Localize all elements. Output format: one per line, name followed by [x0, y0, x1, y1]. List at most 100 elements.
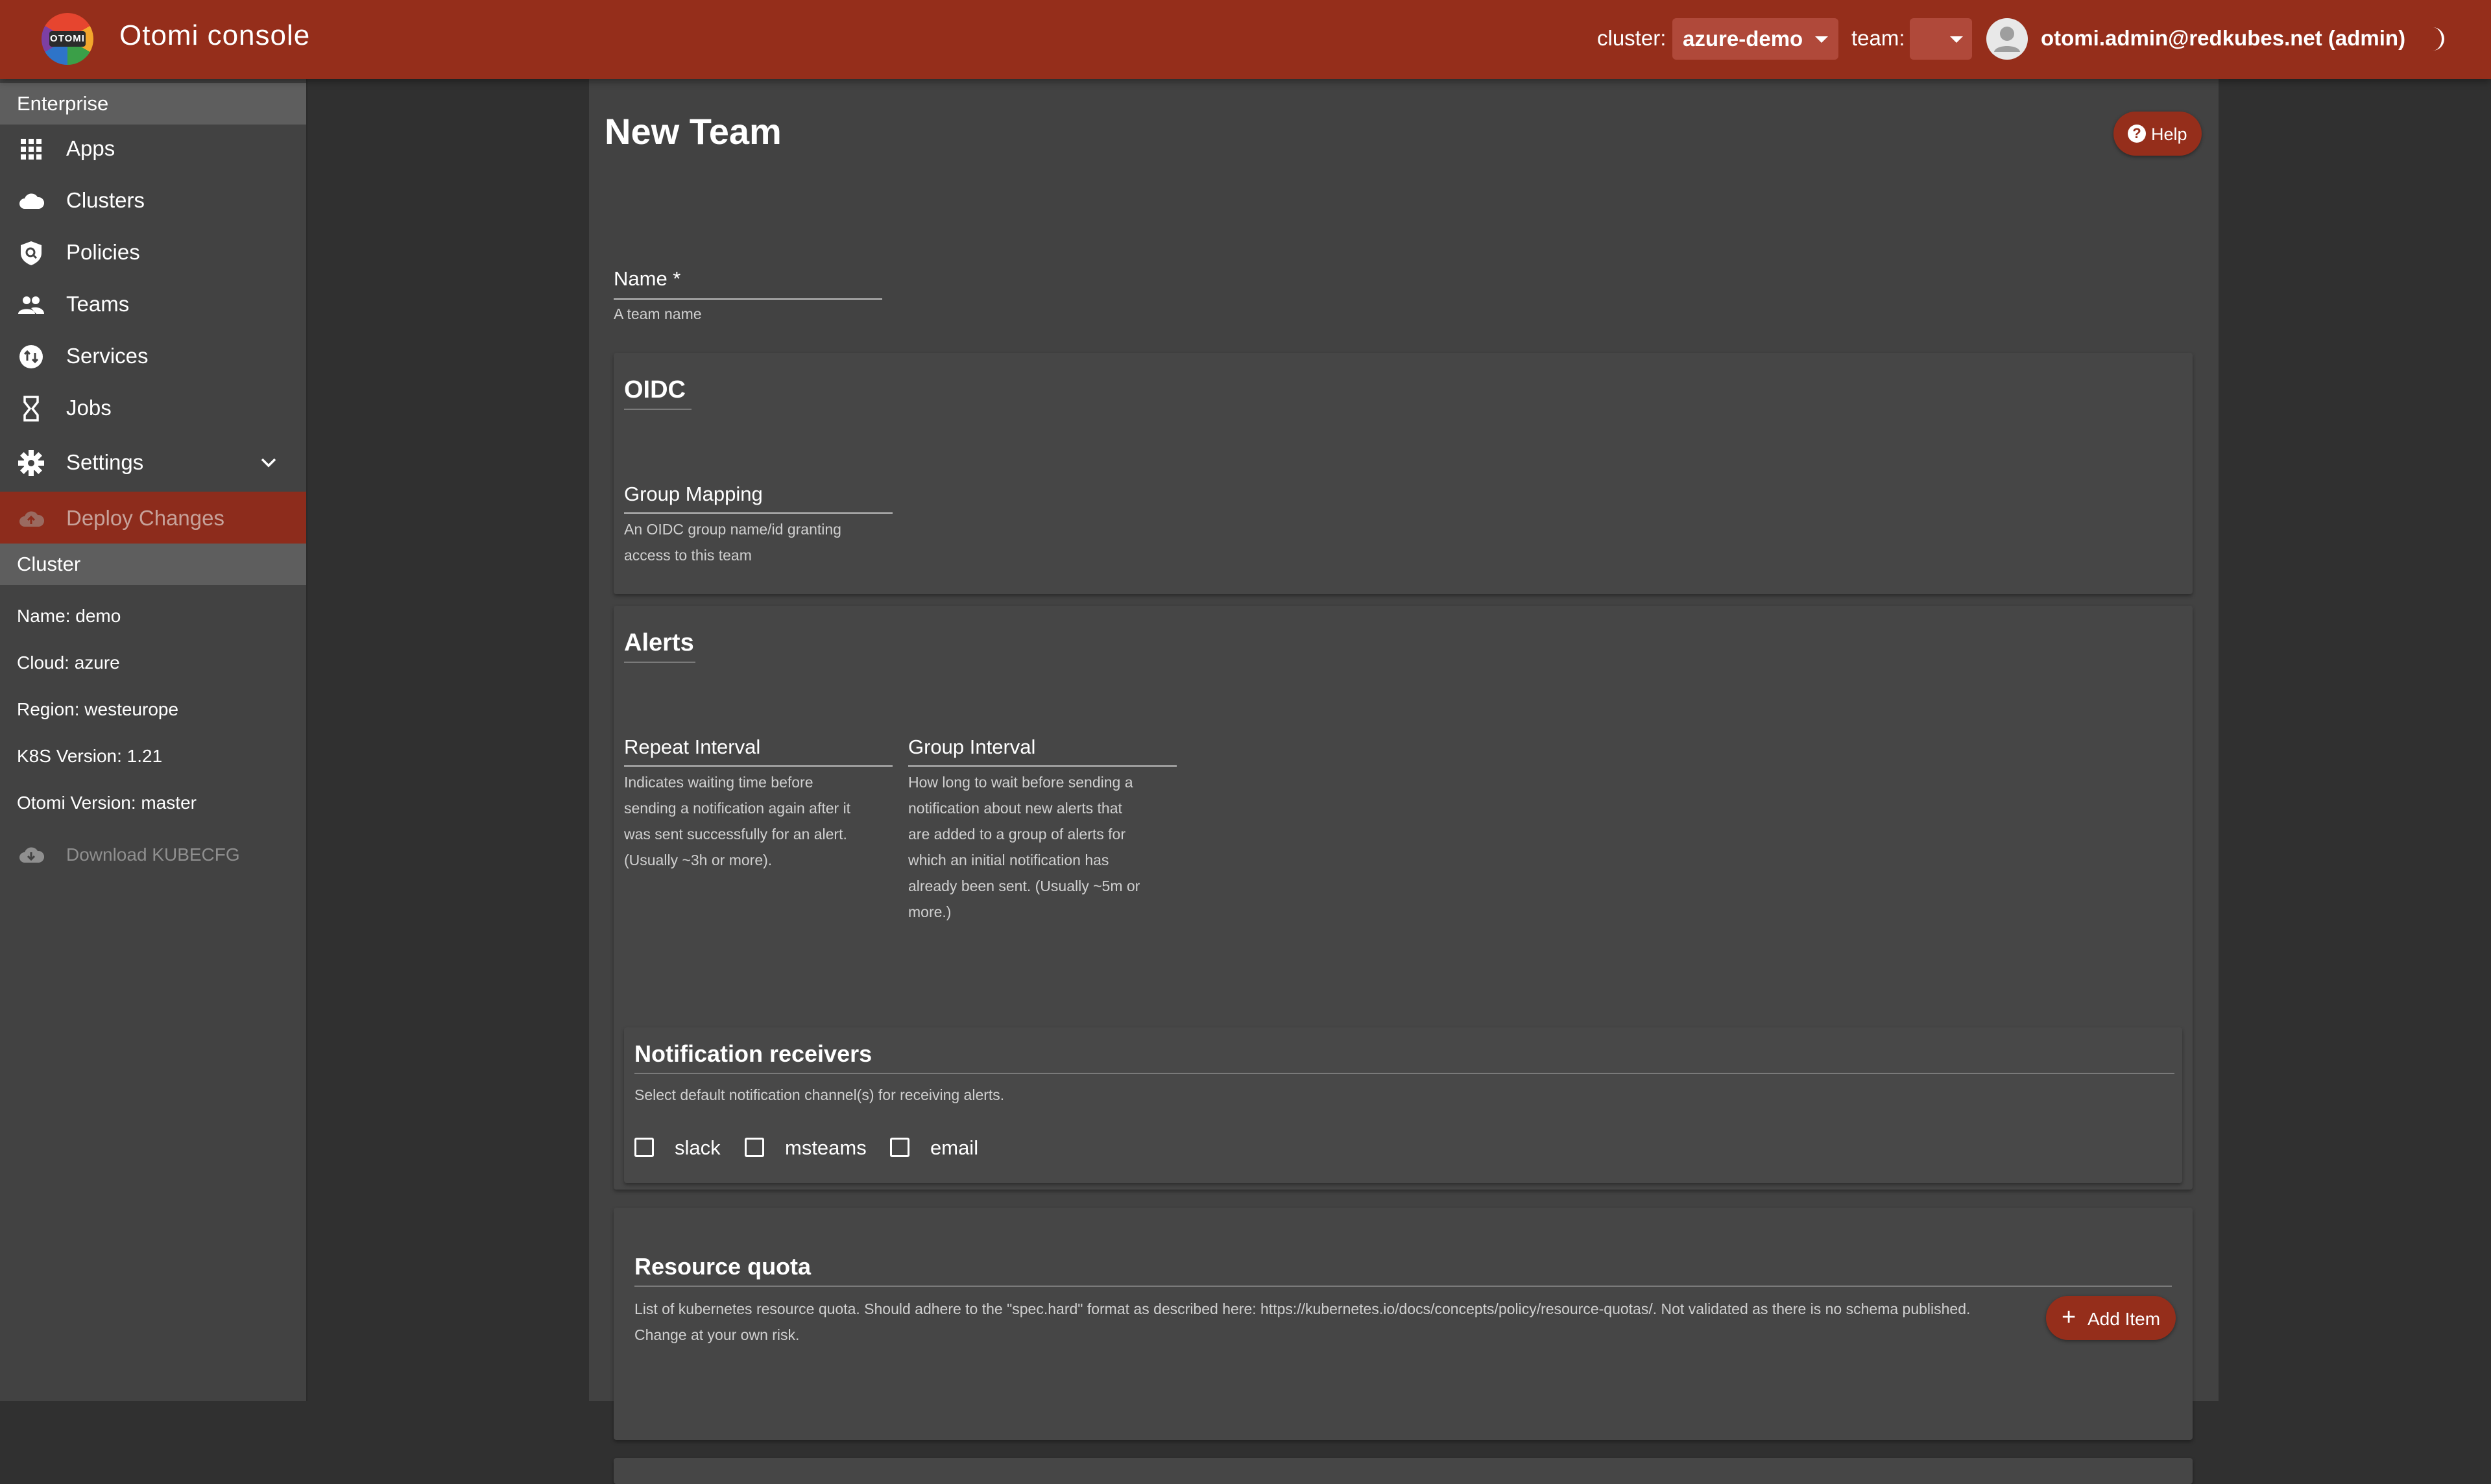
plus-icon: +	[2062, 1304, 2076, 1331]
sidebar-item-jobs[interactable]: Jobs	[0, 381, 306, 433]
msteams-checkbox[interactable]	[745, 1138, 764, 1157]
add-item-label: Add Item	[2088, 1309, 2161, 1329]
group-mapping-label: Group Mapping	[624, 483, 763, 505]
apps-grid-icon	[21, 139, 42, 160]
helper-line: already been sent. (Usually ~5m or	[908, 878, 1140, 894]
helper-line: sending a notification again after it	[624, 800, 851, 817]
group-mapping-helper-line2: access to this team	[624, 547, 752, 564]
cluster-select[interactable]: azure-demo	[1672, 18, 1838, 60]
notification-receivers-title: Notification receivers	[634, 1040, 872, 1067]
user-avatar-icon[interactable]	[1986, 18, 2028, 60]
swap-icon	[19, 345, 43, 368]
alerts-title-underline	[624, 662, 695, 663]
alerts-card: Alerts Repeat Interval Indicates waiting…	[614, 606, 2193, 1190]
download-kubecfg-button[interactable]: Download KUBECFG	[0, 828, 306, 880]
team-label: team:	[1851, 26, 1905, 50]
add-item-button[interactable]: + Add Item	[2046, 1296, 2176, 1340]
cluster-label: cluster:	[1597, 26, 1667, 50]
group-interval-input[interactable]	[908, 765, 1177, 767]
name-helper-text: A team name	[614, 305, 702, 322]
helper-line: which an initial notification has	[908, 852, 1109, 868]
deploy-changes-button[interactable]: Deploy Changes	[0, 492, 306, 544]
logo-text: OTOMI	[49, 31, 86, 47]
name-input[interactable]	[614, 298, 882, 300]
sidebar-item-services[interactable]: Services	[0, 329, 306, 381]
sidebar-item-clusters[interactable]: Clusters	[0, 174, 306, 226]
cluster-region: Region: westeurope	[17, 699, 179, 719]
section-title: Cluster	[17, 553, 81, 575]
sidebar-item-label: Apps	[66, 136, 115, 160]
sidebar-item-label: Teams	[66, 292, 130, 316]
oidc-title-underline	[624, 409, 692, 410]
gear-icon	[18, 450, 44, 476]
chevron-down-icon[interactable]	[257, 453, 280, 472]
sidebar-item-label: Services	[66, 344, 149, 368]
alerts-title: Alerts	[624, 629, 694, 656]
help-button[interactable]: ? Help	[2113, 112, 2202, 156]
sidebar-item-apps[interactable]: Apps	[0, 122, 306, 174]
msteams-checkbox-label[interactable]: msteams	[785, 1136, 867, 1160]
group-interval-helper: How long to wait before sending a notifi…	[908, 769, 1140, 925]
main-content: New Team ? Help Name * A team name OIDC …	[307, 79, 2491, 1484]
resource-quota-card: Resource quota List of kubernetes resour…	[614, 1208, 2193, 1440]
helper-line: notification about new alerts that	[908, 800, 1122, 817]
cloud-icon	[19, 193, 45, 209]
oidc-title: OIDC	[624, 376, 686, 403]
cluster-name: Name: demo	[17, 606, 121, 626]
resource-quota-description: List of kubernetes resource quota. Shoul…	[634, 1296, 2178, 1348]
description-line: Change at your own risk.	[634, 1326, 800, 1343]
sidebar-item-policies[interactable]: Policies	[0, 226, 306, 278]
team-select[interactable]	[1910, 18, 1972, 60]
email-checkbox-label[interactable]: email	[930, 1136, 978, 1160]
cloud-download-icon	[19, 847, 45, 863]
cluster-k8s-version: K8S Version: 1.21	[17, 746, 163, 766]
repeat-interval-input[interactable]	[624, 765, 893, 767]
policy-shield-icon	[21, 241, 42, 265]
group-interval-label: Group Interval	[908, 736, 1036, 758]
sidebar: Enterprise Apps Clusters Policies Teams …	[0, 79, 307, 1401]
page-title: New Team	[605, 111, 782, 152]
dark-mode-toggle-icon[interactable]	[2420, 23, 2451, 54]
people-icon	[18, 296, 44, 314]
sidebar-item-label: Policies	[66, 240, 140, 264]
sidebar-section-cluster: Cluster	[0, 544, 306, 585]
app-title: Otomi console	[119, 19, 311, 51]
section-title: Enterprise	[17, 92, 109, 115]
notification-receivers-description: Select default notification channel(s) f…	[634, 1086, 1005, 1103]
notification-receivers-card: Notification receivers Select default no…	[624, 1027, 2182, 1183]
cluster-otomi-version: Otomi Version: master	[17, 793, 197, 813]
sidebar-item-label: Settings	[66, 450, 144, 474]
helper-line: more.)	[908, 904, 952, 920]
resource-quota-title: Resource quota	[634, 1253, 812, 1280]
hourglass-icon	[23, 396, 39, 422]
group-mapping-helper-line1: An OIDC group name/id granting	[624, 521, 841, 538]
deploy-changes-label: Deploy Changes	[66, 506, 224, 530]
notification-receivers-underline	[634, 1073, 2174, 1074]
sidebar-section-enterprise: Enterprise	[0, 83, 306, 125]
help-label: Help	[2151, 125, 2187, 144]
sidebar-item-settings[interactable]: Settings	[0, 436, 306, 488]
repeat-interval-label: Repeat Interval	[624, 736, 761, 758]
helper-line: (Usually ~3h or more).	[624, 852, 773, 868]
group-mapping-input[interactable]	[624, 512, 893, 514]
chevron-down-icon	[1815, 36, 1828, 43]
cluster-cloud: Cloud: azure	[17, 652, 120, 673]
form-paper: New Team ? Help Name * A team name OIDC …	[589, 79, 2219, 1484]
sidebar-item-teams[interactable]: Teams	[0, 278, 306, 329]
helper-line: Indicates waiting time before	[624, 774, 813, 791]
email-checkbox[interactable]	[890, 1138, 909, 1157]
name-field-label: Name *	[614, 267, 681, 290]
oidc-card: OIDC Group Mapping An OIDC group name/id…	[614, 353, 2193, 594]
slack-checkbox[interactable]	[634, 1138, 654, 1157]
otomi-logo[interactable]: OTOMI	[42, 13, 93, 65]
repeat-interval-helper: Indicates waiting time before sending a …	[624, 769, 850, 873]
help-icon: ?	[2128, 125, 2146, 143]
user-name[interactable]: otomi.admin@redkubes.net (admin)	[2041, 26, 2405, 51]
helper-line: How long to wait before sending a	[908, 774, 1133, 791]
download-kubecfg-label: Download KUBECFG	[66, 844, 240, 865]
next-card	[614, 1458, 2193, 1484]
slack-checkbox-label[interactable]: slack	[675, 1136, 721, 1160]
sidebar-item-label: Clusters	[66, 188, 145, 212]
app-bar: OTOMI Otomi console cluster: azure-demo …	[0, 0, 2491, 79]
resource-quota-underline	[634, 1286, 2172, 1287]
